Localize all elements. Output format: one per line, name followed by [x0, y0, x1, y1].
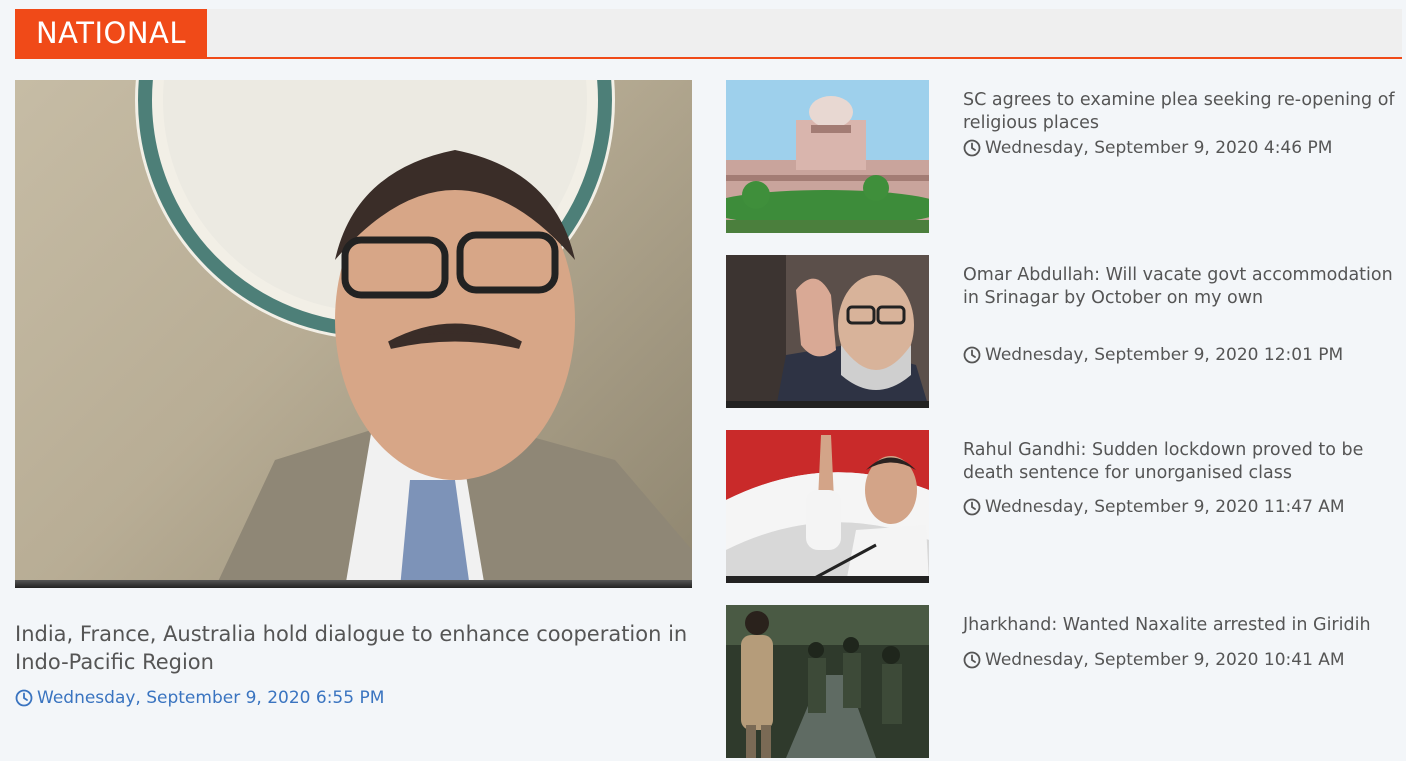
featured-story-title[interactable]: India, France, Australia hold dialogue t…	[15, 620, 700, 676]
story-date-text: Wednesday, September 9, 2020 10:41 AM	[985, 650, 1345, 670]
clock-icon	[15, 689, 33, 707]
story-title[interactable]: Rahul Gandhi: Sudden lockdown proved to …	[963, 439, 1398, 485]
story-date: Wednesday, September 9, 2020 11:47 AM	[963, 497, 1345, 517]
story-item: Rahul Gandhi: Sudden lockdown proved to …	[726, 430, 1396, 583]
story-item: Omar Abdullah: Will vacate govt accommod…	[726, 255, 1396, 408]
clock-icon	[963, 651, 981, 669]
story-thumbnail[interactable]	[726, 80, 929, 233]
story-title[interactable]: Jharkhand: Wanted Naxalite arrested in G…	[963, 614, 1398, 637]
story-date-text: Wednesday, September 9, 2020 12:01 PM	[985, 345, 1344, 365]
story-title[interactable]: SC agrees to examine plea seeking re-ope…	[963, 89, 1398, 135]
story-date: Wednesday, September 9, 2020 4:46 PM	[963, 138, 1332, 158]
featured-story-date: Wednesday, September 9, 2020 6:55 PM	[15, 688, 384, 708]
featured-date-text: Wednesday, September 9, 2020 6:55 PM	[37, 688, 385, 708]
story-date-text: Wednesday, September 9, 2020 11:47 AM	[985, 497, 1345, 517]
story-item: Jharkhand: Wanted Naxalite arrested in G…	[726, 605, 1396, 758]
clock-icon	[963, 139, 981, 157]
story-date: Wednesday, September 9, 2020 10:41 AM	[963, 650, 1345, 670]
section-tab-national[interactable]: NATIONAL	[15, 9, 207, 57]
clock-icon	[963, 346, 981, 364]
story-thumbnail[interactable]	[726, 430, 929, 583]
featured-story-image[interactable]	[15, 80, 692, 588]
story-item: SC agrees to examine plea seeking re-ope…	[726, 80, 1396, 233]
story-title[interactable]: Omar Abdullah: Will vacate govt accommod…	[963, 264, 1398, 310]
story-date: Wednesday, September 9, 2020 12:01 PM	[963, 345, 1343, 365]
clock-icon	[963, 498, 981, 516]
story-thumbnail[interactable]	[726, 255, 929, 408]
story-date-text: Wednesday, September 9, 2020 4:46 PM	[985, 138, 1333, 158]
section-header: NATIONAL	[15, 9, 1402, 59]
story-thumbnail[interactable]	[726, 605, 929, 758]
